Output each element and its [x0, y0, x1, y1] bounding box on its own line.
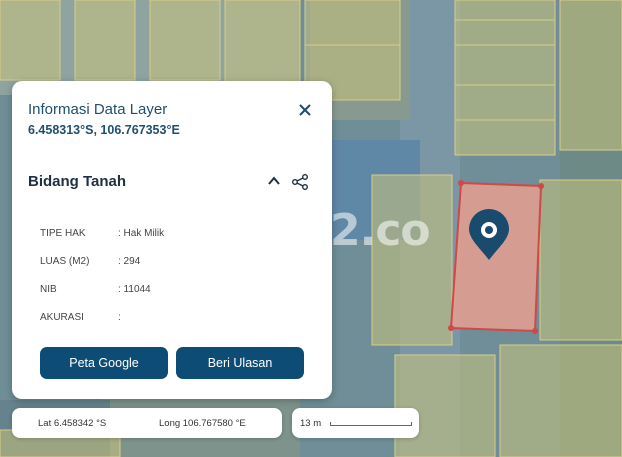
- collapse-button[interactable]: [266, 173, 282, 189]
- field-label: LUAS (M2): [40, 256, 90, 267]
- close-button[interactable]: [294, 99, 316, 121]
- coordinate-readout: Lat 6.458342 °S Long 106.767580 °E: [12, 408, 282, 438]
- field-value: : 294: [118, 256, 141, 267]
- scale-label: 13 m: [300, 418, 322, 429]
- section-title: Bidang Tanah: [28, 173, 127, 190]
- scale-line: [330, 422, 412, 426]
- google-maps-button[interactable]: Peta Google: [40, 347, 168, 379]
- panel-title: Informasi Data Layer: [28, 101, 168, 118]
- field-label: NIB: [40, 284, 57, 295]
- latitude-readout: Lat 6.458342 °S: [38, 418, 107, 429]
- review-button[interactable]: Beri Ulasan: [176, 347, 304, 379]
- field-value: : 11044: [118, 284, 151, 295]
- scale-bar: 13 m: [292, 408, 419, 438]
- layer-info-panel: Informasi Data Layer 6.458313°S, 106.767…: [12, 81, 332, 399]
- field-label: AKURASI: [40, 312, 84, 323]
- field-value: :: [118, 312, 121, 323]
- field-value: : Hak Milik: [118, 228, 165, 239]
- panel-coordinates: 6.458313°S, 106.767353°E: [28, 123, 180, 137]
- watermark: 2.co: [330, 205, 431, 256]
- share-icon: [292, 174, 308, 190]
- field-label: TIPE HAK: [40, 228, 86, 239]
- close-icon: [299, 104, 311, 116]
- longitude-readout: Long 106.767580 °E: [159, 418, 246, 429]
- chevron-up-icon: [268, 176, 280, 185]
- share-button[interactable]: [291, 173, 309, 191]
